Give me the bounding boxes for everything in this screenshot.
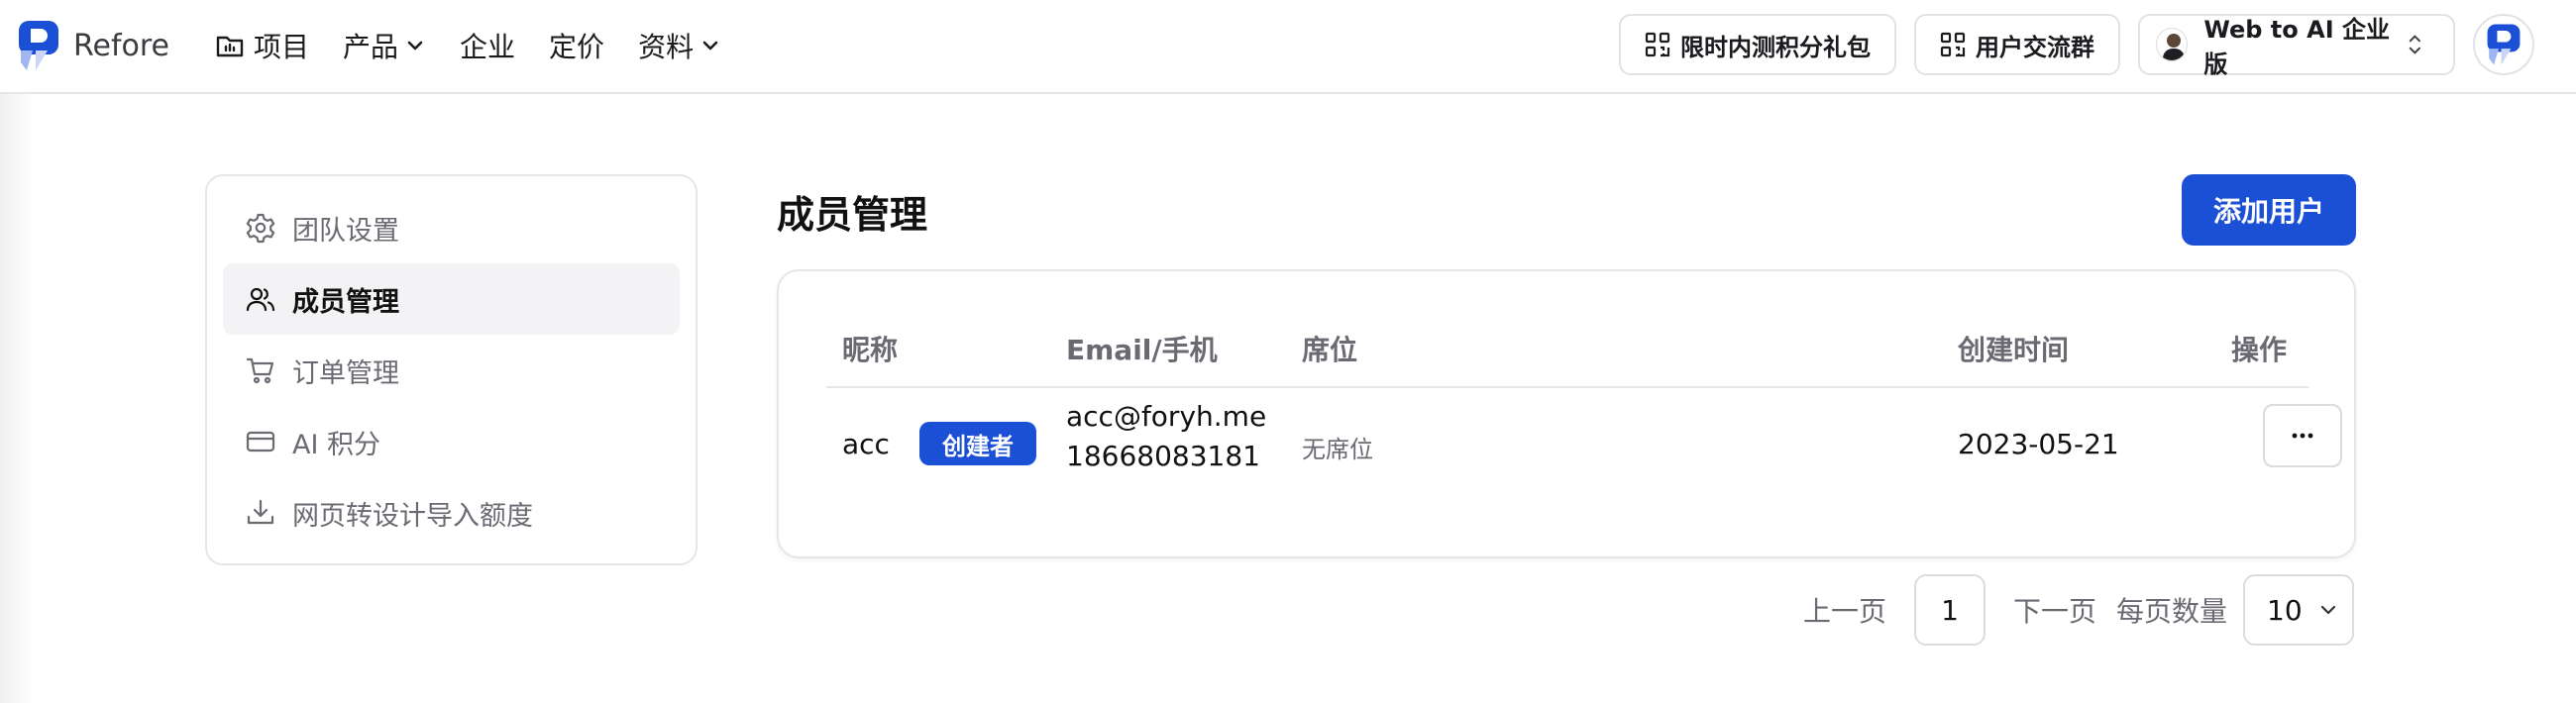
download-icon xyxy=(247,499,274,525)
sidebar-item-orders[interactable]: 订单管理 xyxy=(223,335,680,406)
team-avatar xyxy=(2156,28,2189,61)
sidebar-label-orders: 订单管理 xyxy=(292,357,399,389)
team-selector[interactable]: Web to AI 企业版 xyxy=(2138,14,2455,78)
sidebar-label-import-quota: 网页转设计导入额度 xyxy=(292,500,533,532)
chevron-down-icon xyxy=(407,41,423,50)
promo-gift-button[interactable]: 限时内测积分礼包 xyxy=(1619,14,1896,75)
member-email: acc@foryh.me xyxy=(1066,400,1267,433)
sidebar-item-ai-credits[interactable]: AI 积分 xyxy=(223,406,680,477)
promo-gift-label: 限时内测积分礼包 xyxy=(1680,33,1871,61)
sidebar-label-members: 成员管理 xyxy=(292,286,399,318)
member-phone: 18668083181 xyxy=(1066,440,1260,472)
chevron-down-icon xyxy=(702,41,718,50)
user-group-button[interactable]: 用户交流群 xyxy=(1914,14,2120,75)
nav-label-products: 产品 xyxy=(343,31,399,63)
prev-page-button[interactable]: 上一页 xyxy=(1803,590,1886,630)
nav-label-pricing: 定价 xyxy=(549,31,605,63)
cart-icon xyxy=(246,357,274,384)
column-header-created: 创建时间 xyxy=(1958,334,2070,366)
qr-code-icon xyxy=(1940,32,1966,57)
nav-item-resources[interactable]: 资料 xyxy=(638,26,721,65)
brand-logo-link[interactable]: Refore xyxy=(16,18,169,73)
nav-item-products[interactable]: 产品 xyxy=(343,26,426,65)
header-actions: 限时内测积分礼包 用户交流群 Web to AI 企业版 xyxy=(1601,14,2534,78)
credit-card-icon xyxy=(246,431,275,452)
nav-label-projects: 项目 xyxy=(254,31,310,63)
gear-icon xyxy=(246,213,275,244)
users-icon xyxy=(246,287,275,312)
team-name: Web to AI 企业版 xyxy=(2203,16,2390,78)
table-row: acc 创建者 acc@foryh.me 18668083181 无席位 202… xyxy=(826,400,2342,499)
sidebar-label-team-settings: 团队设置 xyxy=(292,215,399,247)
column-header-email: Email/手机 xyxy=(1066,334,1218,366)
column-header-actions: 操作 xyxy=(2231,334,2288,366)
main-nav: 项目 产品 企业 定价 资料 xyxy=(214,22,755,69)
pagination: 上一页 1 下一页 每页数量 10 xyxy=(1803,574,2355,646)
page-size-select[interactable]: 10 xyxy=(2243,574,2355,646)
nav-label-enterprise: 企业 xyxy=(460,31,516,63)
user-group-label: 用户交流群 xyxy=(1976,33,2094,61)
page-size-label: 每页数量 xyxy=(2116,595,2228,628)
sidebar-label-ai-credits: AI 积分 xyxy=(292,429,381,460)
nav-item-pricing[interactable]: 定价 xyxy=(549,26,604,65)
team-selector-content: Web to AI 企业版 xyxy=(2156,10,2403,79)
member-seat: 无席位 xyxy=(1302,436,1373,463)
settings-sidebar: 团队设置 成员管理 订单管理 AI 积分 网页转设计导入额度 xyxy=(205,174,698,565)
top-navigation-bar: Refore 项目 产品 企业 定价 资料 限时内测积分礼包 用户交流群 Web… xyxy=(0,0,2576,94)
page-size-value: 10 xyxy=(2267,593,2303,627)
chevron-down-icon xyxy=(2320,605,2336,615)
qr-code-icon xyxy=(1645,32,1670,57)
chevron-up-down-icon xyxy=(2409,35,2421,54)
column-header-seat: 席位 xyxy=(1302,334,1358,366)
nav-label-resources: 资料 xyxy=(638,31,695,63)
sidebar-item-members[interactable]: 成员管理 xyxy=(223,263,680,335)
more-horizontal-icon xyxy=(2292,433,2313,439)
member-created-date: 2023-05-21 xyxy=(1958,428,2119,460)
sidebar-item-team-settings[interactable]: 团队设置 xyxy=(223,192,680,263)
left-edge-shade xyxy=(0,94,36,703)
column-header-nickname: 昵称 xyxy=(842,334,899,366)
folder-icon xyxy=(216,36,244,57)
nav-item-enterprise[interactable]: 企业 xyxy=(460,26,515,65)
add-user-button[interactable]: 添加用户 xyxy=(2182,174,2356,246)
members-table-card: 昵称 Email/手机 席位 创建时间 操作 acc 创建者 acc@foryh… xyxy=(777,269,2356,558)
next-page-button[interactable]: 下一页 xyxy=(2013,590,2096,630)
page-title: 成员管理 xyxy=(777,193,928,237)
row-more-actions-button[interactable] xyxy=(2263,404,2342,467)
nav-item-projects[interactable]: 项目 xyxy=(214,26,309,65)
user-avatar-button[interactable] xyxy=(2473,14,2534,75)
current-page[interactable]: 1 xyxy=(1914,574,1986,646)
table-header: 昵称 Email/手机 席位 创建时间 操作 xyxy=(826,329,2308,388)
refore-logo-icon xyxy=(19,21,58,70)
member-nickname: acc xyxy=(842,428,890,460)
brand-name: Refore xyxy=(73,28,170,63)
refore-avatar-icon xyxy=(2487,24,2521,65)
sidebar-item-import-quota[interactable]: 网页转设计导入额度 xyxy=(223,477,680,549)
creator-badge: 创建者 xyxy=(919,422,1036,465)
